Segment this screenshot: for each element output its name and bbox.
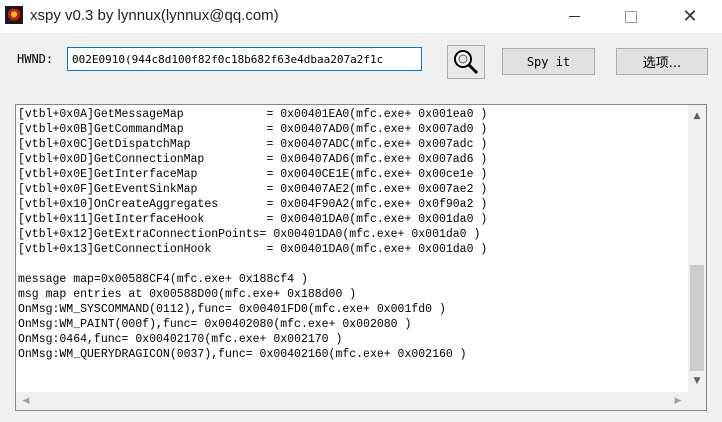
- output-line: OnMsg:WM_QUERYDRAGICON(0037),func= 0x004…: [18, 348, 467, 361]
- window-finder-tool[interactable]: [447, 45, 485, 79]
- magnifier-icon: [454, 50, 479, 75]
- output-line: [vtbl+0x0E]GetInterfaceMap = 0x0040CE1E(…: [18, 168, 488, 181]
- output-line: [vtbl+0x0D]GetConnectionMap = 0x00407AD6…: [18, 153, 488, 166]
- output-line: [vtbl+0x10]OnCreateAggregates = 0x004F90…: [18, 198, 488, 211]
- hwnd-label: HWND:: [17, 52, 54, 66]
- scroll-down-icon[interactable]: ▼: [688, 372, 706, 390]
- scroll-up-icon[interactable]: ▲: [688, 107, 706, 125]
- scroll-left-icon[interactable]: ◀: [18, 392, 34, 410]
- spy-it-button[interactable]: Spy it: [502, 48, 595, 75]
- vertical-scroll-thumb[interactable]: [690, 265, 704, 371]
- scrollbar-corner: [688, 392, 706, 410]
- close-icon: ✕: [682, 5, 698, 27]
- app-window: xspy v0.3 by lynnux(lynnux@qq.com) ✕ HWN…: [0, 0, 722, 422]
- output-text: [vtbl+0x0A]GetMessageMap = 0x00401EA0(mf…: [18, 107, 686, 391]
- output-line: [vtbl+0x12]GetExtraConnectionPoints= 0x0…: [18, 228, 481, 241]
- output-line: OnMsg:WM_SYSCOMMAND(0112),func= 0x00401F…: [18, 303, 446, 316]
- maximize-button[interactable]: [608, 0, 654, 33]
- minimize-button[interactable]: [551, 0, 597, 33]
- output-line: [vtbl+0x0C]GetDispatchMap = 0x00407ADC(m…: [18, 138, 488, 151]
- minimize-icon: [568, 16, 580, 17]
- hwnd-input[interactable]: [67, 47, 422, 71]
- output-line: [vtbl+0x0A]GetMessageMap = 0x00401EA0(mf…: [18, 108, 488, 121]
- options-button[interactable]: 选项...: [616, 48, 708, 75]
- output-line: msg map entries at 0x00588D00(mfc.exe+ 0…: [18, 288, 357, 301]
- app-logo-icon: [5, 6, 23, 24]
- output-line: [vtbl+0x13]GetConnectionHook = 0x00401DA…: [18, 243, 488, 256]
- output-line: OnMsg:WM_PAINT(000f),func= 0x00402080(mf…: [18, 318, 412, 331]
- output-line: message map=0x00588CF4(mfc.exe+ 0x188cf4…: [18, 273, 308, 286]
- output-line: [vtbl+0x11]GetInterfaceHook = 0x00401DA0…: [18, 213, 488, 226]
- title-bar[interactable]: xspy v0.3 by lynnux(lynnux@qq.com) ✕: [0, 0, 722, 33]
- close-button[interactable]: ✕: [667, 0, 713, 33]
- scroll-right-icon[interactable]: ▶: [670, 392, 686, 410]
- vertical-scrollbar[interactable]: ▲ ▼: [688, 105, 706, 392]
- output-line: [vtbl+0x0F]GetEventSinkMap = 0x00407AE2(…: [18, 183, 488, 196]
- output-line: OnMsg:0464,func= 0x00402170(mfc.exe+ 0x0…: [18, 333, 343, 346]
- output-text-box[interactable]: [vtbl+0x0A]GetMessageMap = 0x00401EA0(mf…: [15, 104, 707, 411]
- window-title: xspy v0.3 by lynnux(lynnux@qq.com): [30, 7, 279, 24]
- maximize-icon: [625, 10, 637, 23]
- output-line: [vtbl+0x0B]GetCommandMap = 0x00407AD0(mf…: [18, 123, 488, 136]
- horizontal-scrollbar[interactable]: ◀ ▶: [16, 392, 688, 410]
